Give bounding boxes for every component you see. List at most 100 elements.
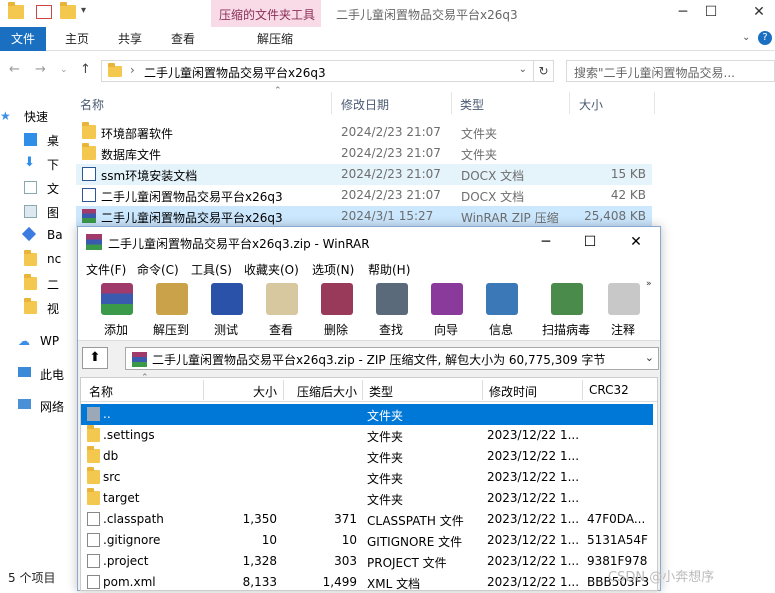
maximize-button[interactable]: ☐ [688,2,734,24]
nav-wps[interactable]: ☁ WP [0,332,68,352]
archive-row[interactable]: src 文件夹 2023/12/22 1... [81,467,653,488]
nav-quick-access[interactable]: ★ 快速 [0,106,68,126]
column-type[interactable]: 类型 [460,96,484,113]
expand-ribbon-icon[interactable]: ⌄ [742,32,750,43]
column-packed[interactable]: 压缩后大小 [297,383,357,400]
column-name[interactable]: 名称 [80,96,104,113]
path-bar: ⬆ 二手儿童闲置物品交易平台x26q3.zip - ZIP 压缩文件, 解包大小… [78,345,660,373]
refresh-icon[interactable]: ↻ [534,60,554,82]
nav-desktop[interactable]: 桌 [0,130,68,150]
extract-to-button[interactable]: 解压到 [144,281,198,339]
archive-row[interactable]: db 文件夹 2023/12/22 1... [81,446,653,467]
toolbar-overflow-icon[interactable]: » [646,279,652,289]
file-row[interactable]: 数据库文件 2024/2/23 21:07 文件夹 [76,143,652,164]
context-tab-label: 压缩的文件夹工具 [211,0,321,27]
nav-documents[interactable]: 文 [0,178,68,198]
archive-row[interactable]: .project 1,328 303 PROJECT 文件 2023/12/22 1..… [81,551,653,572]
minimize-button[interactable]: ─ [526,231,566,253]
sort-up-icon: ⌃ [274,86,282,96]
tab-file[interactable]: 文件 [0,27,46,51]
menu-favorites[interactable]: 收藏夹(O) [244,261,299,278]
winrar-title: 二手儿童闲置物品交易平台x26q3.zip - WinRAR [108,237,370,251]
new-folder-icon[interactable] [60,2,76,19]
folder-icon [108,63,122,77]
archive-row[interactable]: .settings 文件夹 2023/12/22 1... [81,425,653,446]
menu-tools[interactable]: 工具(S) [191,261,232,278]
computer-icon [18,367,31,377]
cloud-icon: ☁ [18,334,30,348]
column-date[interactable]: 修改日期 [341,96,389,113]
column-size[interactable]: 大小 [253,383,277,400]
nav-pictures[interactable]: 图 [0,202,68,222]
comment-button[interactable]: 注释 [596,281,650,339]
add-button[interactable]: 添加 [89,281,143,339]
find-button[interactable]: 查找 [364,281,418,339]
file-row[interactable]: 环境部署软件 2024/2/23 21:07 文件夹 [76,122,652,143]
qa-dropdown-icon[interactable]: ▾ [81,5,86,16]
nav-this-pc[interactable]: 此电 [0,364,68,384]
nav-videos[interactable]: 视 [0,298,68,318]
app-icon [21,226,37,242]
tab-extract[interactable]: 解压缩 [228,27,322,51]
file-row[interactable]: ssm环境安装文档 2024/2/23 21:07 DOCX 文档 15 KB [76,164,652,185]
column-modified[interactable]: 修改时间 [489,383,537,400]
delete-button[interactable]: 删除 [309,281,363,339]
winrar-archive-icon [82,209,96,223]
network-icon [18,399,31,409]
close-button[interactable]: ✕ [736,2,775,24]
test-button[interactable]: 测试 [199,281,253,339]
address-bar[interactable]: › 二手儿童闲置物品交易平台x26q3 ⌄ [101,60,534,82]
nav-second[interactable]: 二 [0,274,68,294]
wizard-button[interactable]: 向导 [419,281,473,339]
document-icon [24,181,37,194]
archive-row[interactable]: target 文件夹 2023/12/22 1... [81,488,653,509]
properties-icon[interactable] [36,5,52,19]
up-folder-button[interactable]: ⬆ [82,347,108,369]
archive-row[interactable]: pom.xml 8,133 1,499 XML 文档 2023/12/22 1... BB… [81,572,653,593]
sort-up-icon: ⌃ [141,373,149,383]
virus-scan-icon [551,283,583,315]
maximize-button[interactable]: ☐ [570,231,610,253]
address-dropdown-icon[interactable]: ⌄ [519,64,527,75]
forward-arrow-icon[interactable]: → [35,62,46,77]
file-row-selected[interactable]: 二手儿童闲置物品交易平台x26q3 2024/3/1 15:27 WinRAR ZI… [76,206,652,227]
comment-icon [608,283,640,315]
chevron-down-icon[interactable]: ⌄ [645,351,654,364]
folder-icon [8,2,24,19]
info-button[interactable]: 信息 [474,281,528,339]
view-icon [266,283,298,315]
winrar-titlebar: 二手儿童闲置物品交易平台x26q3.zip - WinRAR ─ ☐ ✕ [78,227,660,257]
archive-path-dropdown[interactable]: 二手儿童闲置物品交易平台x26q3.zip - ZIP 压缩文件, 解包大小为 … [125,347,659,370]
recent-dropdown-icon[interactable]: ⌄ [60,65,68,75]
file-row[interactable]: 二手儿童闲置物品交易平台x26q3 2024/2/23 21:07 DOCX 文档 4… [76,185,652,206]
virus-scan-button[interactable]: 扫描病毒 [539,281,593,339]
archive-row[interactable]: .gitignore 10 10 GITIGNORE 文件 2023/12/22 1..… [81,530,653,551]
folder-icon [87,425,100,442]
back-arrow-icon[interactable]: ← [9,62,20,77]
column-crc32[interactable]: CRC32 [589,383,629,397]
menu-help[interactable]: 帮助(H) [368,261,410,278]
tab-share[interactable]: 共享 [118,27,142,51]
tab-view[interactable]: 查看 [171,27,195,51]
nav-network[interactable]: 网络 [0,396,68,416]
nav-ba[interactable]: Ba [0,226,68,246]
column-size[interactable]: 大小 [579,96,603,113]
column-type[interactable]: 类型 [369,383,393,400]
column-name[interactable]: 名称 [89,383,113,400]
close-button[interactable]: ✕ [616,231,656,253]
help-icon[interactable]: ? [758,31,772,45]
breadcrumb-chevron-icon[interactable]: › [130,63,135,77]
menu-commands[interactable]: 命令(C) [137,261,179,278]
archive-row-selected[interactable]: .. 文件夹 [81,404,653,425]
wizard-icon [431,283,463,315]
folder-icon [87,488,100,505]
menu-file[interactable]: 文件(F) [86,261,126,278]
search-input[interactable]: 搜索"二手儿童闲置物品交易... [566,60,775,82]
nav-nc[interactable]: nc [0,250,68,270]
view-button[interactable]: 查看 [254,281,308,339]
up-arrow-icon[interactable]: ↑ [80,62,91,77]
tab-home[interactable]: 主页 [65,27,89,51]
archive-row[interactable]: .classpath 1,350 371 CLASSPATH 文件 2023/12/22… [81,509,653,530]
menu-options[interactable]: 选项(N) [312,261,354,278]
nav-downloads[interactable]: ⬇ 下 [0,154,68,174]
